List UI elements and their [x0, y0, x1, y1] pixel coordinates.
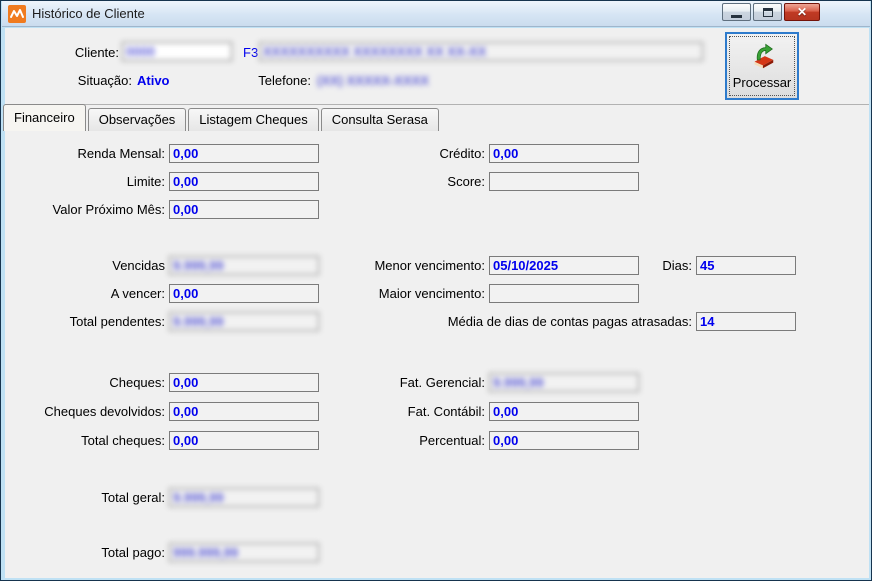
- dias-label: Dias:: [561, 258, 692, 273]
- telefone-label: Telefone:: [181, 73, 311, 88]
- fat-gerencial-field[interactable]: 9.999,99: [489, 373, 639, 392]
- situacao-label: Situação:: [1, 73, 132, 88]
- limite-label: Limite:: [1, 174, 165, 189]
- app-logo-icon: [8, 5, 26, 23]
- renda-mensal-field[interactable]: 0,00: [169, 144, 319, 163]
- minimize-icon: [731, 15, 742, 18]
- cheques-devolvidos-label: Cheques devolvidos:: [1, 404, 165, 419]
- valor-proximo-mes-label: Valor Próximo Mês:: [1, 202, 165, 217]
- maior-vencimento-field[interactable]: [489, 284, 639, 303]
- credito-label: Crédito:: [321, 146, 485, 161]
- total-pago-label: Total pago:: [1, 545, 165, 560]
- close-button[interactable]: ✕: [784, 3, 820, 21]
- maior-vencimento-label: Maior vencimento:: [321, 286, 485, 301]
- score-label: Score:: [321, 174, 485, 189]
- total-geral-field[interactable]: 9.999,99: [169, 488, 319, 507]
- window-title: Histórico de Cliente: [32, 6, 145, 21]
- total-pago-field[interactable]: 999.999,99: [169, 543, 319, 562]
- total-pendentes-label: Total pendentes:: [1, 314, 165, 329]
- cheques-field[interactable]: 0,00: [169, 373, 319, 392]
- cliente-code-input[interactable]: 0000: [122, 42, 232, 61]
- a-vencer-label: A vencer:: [1, 286, 165, 301]
- tab-consulta-serasa[interactable]: Consulta Serasa: [321, 108, 439, 131]
- fat-contabil-label: Fat. Contábil:: [321, 404, 485, 419]
- total-cheques-field[interactable]: 0,00: [169, 431, 319, 450]
- media-atraso-field[interactable]: 14: [696, 312, 796, 331]
- a-vencer-field[interactable]: 0,00: [169, 284, 319, 303]
- cliente-label: Cliente:: [1, 45, 119, 60]
- menor-vencimento-label: Menor vencimento:: [321, 258, 485, 273]
- cheques-devolvidos-field[interactable]: 0,00: [169, 402, 319, 421]
- vencidas-label: Vencidas: [1, 258, 165, 273]
- tab-observacoes[interactable]: Observações: [88, 108, 187, 131]
- processar-label: Processar: [733, 75, 792, 90]
- fat-contabil-field[interactable]: 0,00: [489, 402, 639, 421]
- f3-hint: F3: [243, 45, 258, 60]
- maximize-button[interactable]: [753, 3, 782, 21]
- maximize-icon: [763, 8, 773, 17]
- score-field[interactable]: [489, 172, 639, 191]
- tab-listagem-cheques[interactable]: Listagem Cheques: [188, 108, 318, 131]
- tab-financeiro[interactable]: Financeiro: [3, 104, 86, 131]
- close-icon: ✕: [797, 5, 807, 19]
- percentual-field[interactable]: 0,00: [489, 431, 639, 450]
- minimize-button[interactable]: [722, 3, 751, 21]
- total-pendentes-field[interactable]: 9.999,99: [169, 312, 319, 331]
- total-geral-label: Total geral:: [1, 490, 165, 505]
- total-cheques-label: Total cheques:: [1, 433, 165, 448]
- window-historico-de-cliente: Histórico de Cliente ✕ Cliente: 0000 F3 …: [0, 0, 872, 581]
- credito-field[interactable]: 0,00: [489, 144, 639, 163]
- situacao-value: Ativo: [137, 73, 170, 88]
- percentual-label: Percentual:: [321, 433, 485, 448]
- tab-strip: Financeiro Observações Listagem Cheques …: [3, 104, 439, 131]
- cheques-label: Cheques:: [1, 375, 165, 390]
- vencidas-field[interactable]: 9.999,99: [169, 256, 319, 275]
- valor-proximo-mes-field[interactable]: 0,00: [169, 200, 319, 219]
- media-atraso-label: Média de dias de contas pagas atrasadas:: [321, 314, 692, 329]
- dias-field[interactable]: 45: [696, 256, 796, 275]
- fat-gerencial-label: Fat. Gerencial:: [321, 375, 485, 390]
- limite-field[interactable]: 0,00: [169, 172, 319, 191]
- telefone-value: (XX) XXXXX-XXXX: [317, 73, 429, 88]
- cliente-nome-field: XXXXXXXXXX XXXXXXXX XX XX-XX: [259, 42, 703, 61]
- processar-button[interactable]: Processar: [725, 32, 799, 100]
- renda-mensal-label: Renda Mensal:: [1, 146, 165, 161]
- process-book-arrow-icon: [747, 42, 777, 72]
